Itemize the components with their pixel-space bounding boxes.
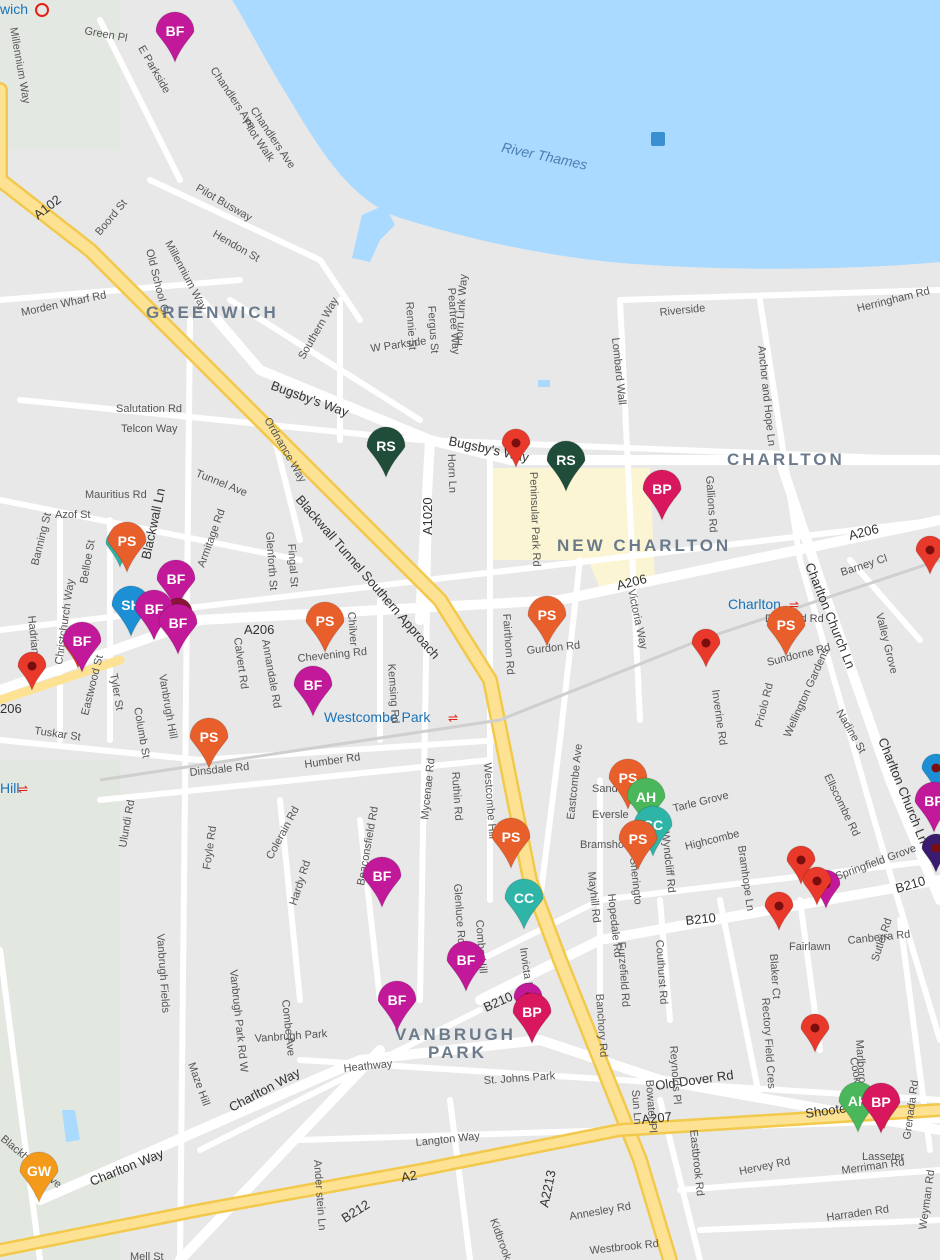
pin-label: BF xyxy=(457,952,476,968)
rail-icon: ⇌ xyxy=(448,711,458,725)
pin-label: BF xyxy=(373,868,392,884)
pin-dot xyxy=(796,855,806,865)
pin-dot xyxy=(27,661,37,671)
pin-dot xyxy=(701,638,711,648)
pin-label: GW xyxy=(27,1163,52,1179)
pin-label: RS xyxy=(556,452,575,468)
pin-dot xyxy=(774,901,784,911)
label-chilver: Chilver xyxy=(345,611,359,646)
area-new-charlton: NEW CHARLTON xyxy=(557,536,731,555)
pin-label: BF xyxy=(166,23,185,39)
pin-label: BP xyxy=(652,481,671,497)
road-a2: A2 xyxy=(400,1167,418,1185)
pin-label: BP xyxy=(924,793,940,809)
pond xyxy=(538,380,550,387)
road-a206-west: A206 xyxy=(244,622,274,637)
pin-label: BP xyxy=(522,1004,541,1020)
pin-dot xyxy=(810,1023,820,1033)
label-horn-ln: Horn Ln xyxy=(445,454,458,494)
pin-label: PS xyxy=(538,607,557,623)
pin-label: BF xyxy=(167,571,186,587)
pin-label: RS xyxy=(376,438,395,454)
pin-label: PS xyxy=(316,613,335,629)
label-fairlawn: Fairlawn xyxy=(789,941,831,953)
pin-label: BF xyxy=(73,633,92,649)
pin-label: PS xyxy=(777,617,796,633)
station-charlton[interactable]: Charlton xyxy=(728,596,781,612)
rail-icon: ⇌ xyxy=(18,782,28,796)
map-canvas[interactable]: River Thames GREENWICH CHARLTON NEW CHAR… xyxy=(0,0,940,1260)
road-b210-mid: B210 xyxy=(685,910,717,928)
station-maze-hill[interactable]: Hill xyxy=(0,780,19,796)
station-north-greenwich[interactable]: wich xyxy=(0,1,28,17)
label-telcon: Telcon Way xyxy=(121,423,178,435)
label-eversley: Eversle xyxy=(592,809,629,821)
label-mauritius: Mauritius Rd xyxy=(85,489,147,501)
label-azof: Azof St xyxy=(55,509,90,521)
pin-label: BF xyxy=(169,615,188,631)
area-park: PARK xyxy=(428,1043,487,1062)
label-lasseter: Lasseter xyxy=(862,1151,905,1163)
pin-label: CC xyxy=(514,890,534,906)
road-a206-far: 206 xyxy=(0,701,22,716)
pin-label: AH xyxy=(636,789,656,805)
area-vanbrugh: VANBRUGH xyxy=(395,1025,516,1044)
pin-label: PS xyxy=(118,533,137,549)
pin-dot xyxy=(812,876,822,886)
pin-label: BF xyxy=(304,677,323,693)
pin-label: BF xyxy=(388,992,407,1008)
pin-label: PS xyxy=(200,729,219,745)
label-sun-ln: Sun Ln xyxy=(629,1089,643,1125)
ferry-icon xyxy=(651,132,665,146)
label-salutation: Salutation Rd xyxy=(116,403,182,415)
pin-label: PS xyxy=(502,829,521,845)
station-westcombe-park[interactable]: Westcombe Park xyxy=(324,709,431,725)
pin-dot xyxy=(925,545,935,555)
road-a1020: A1020 xyxy=(420,497,435,535)
pin-label: BP xyxy=(871,1094,890,1110)
area-charlton: CHARLTON xyxy=(727,450,845,469)
pin-label: PS xyxy=(629,831,648,847)
label-mell: Mell St xyxy=(130,1251,164,1260)
pin-dot xyxy=(511,438,521,448)
